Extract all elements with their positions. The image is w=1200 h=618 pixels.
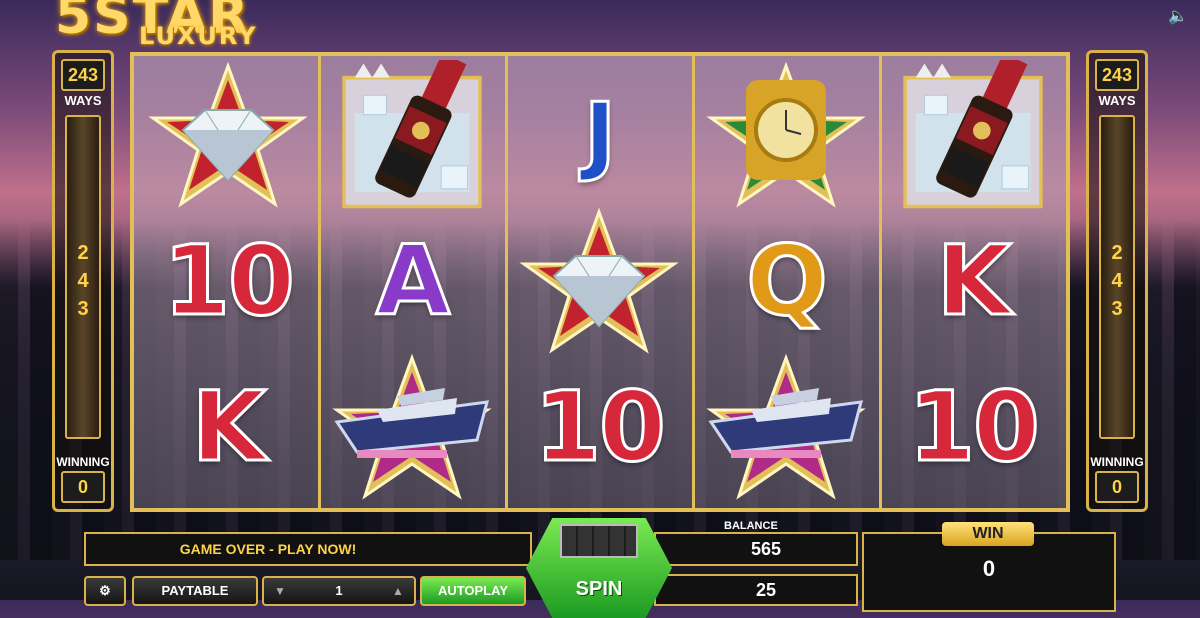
symbol-q: Q bbox=[745, 224, 830, 339]
reel-divider bbox=[879, 56, 882, 508]
reel-cell bbox=[324, 353, 500, 500]
win-label: WIN bbox=[942, 522, 1034, 546]
settings-button[interactable]: ⚙ bbox=[84, 576, 126, 606]
ways-digit: 4 bbox=[77, 270, 89, 292]
winning-value: 0 bbox=[61, 471, 105, 503]
ways-digits: 2 4 3 bbox=[1089, 239, 1145, 323]
bet-value: 25 bbox=[654, 574, 858, 606]
ways-count: 243 bbox=[61, 59, 105, 91]
ways-digit: 4 bbox=[1111, 270, 1123, 292]
reel-divider bbox=[318, 56, 321, 508]
reel-cell: K bbox=[885, 208, 1061, 354]
ways-label: WAYS bbox=[64, 93, 102, 108]
reel-cell: Q bbox=[698, 208, 874, 354]
winning-value: 0 bbox=[1095, 471, 1139, 503]
ways-panel-left: 243 WAYS 2 4 3 WINNING 0 bbox=[52, 50, 114, 512]
paytable-button[interactable]: PAYTABLE bbox=[132, 576, 258, 606]
ways-digits: 2 4 3 bbox=[55, 239, 111, 323]
reel-area: J 10 A Q K K 10 10 bbox=[130, 52, 1070, 512]
symbol-10: 10 bbox=[162, 224, 297, 339]
coin-value-selector[interactable]: ▼ 1 ▲ bbox=[262, 576, 416, 606]
spin-indicator-grid bbox=[560, 524, 638, 558]
ways-label: WAYS bbox=[1098, 93, 1136, 108]
autoplay-button[interactable]: AUTOPLAY bbox=[420, 576, 526, 606]
ways-digit: 3 bbox=[77, 298, 89, 320]
reel-cell: J bbox=[511, 62, 687, 208]
gear-icon: ⚙ bbox=[99, 583, 111, 598]
winning-label: WINNING bbox=[1090, 455, 1144, 469]
champagne-symbol bbox=[903, 60, 1043, 209]
ways-count: 243 bbox=[1095, 59, 1139, 91]
balance-label: BALANCE bbox=[724, 520, 778, 532]
control-bar: GAME OVER - PLAY NOW! BALANCE 565 25 WIN… bbox=[0, 518, 1200, 618]
win-value: 0 bbox=[982, 556, 996, 581]
reel-cell: 10 bbox=[885, 354, 1061, 500]
symbol-k: K bbox=[190, 370, 267, 485]
symbol-10: 10 bbox=[533, 370, 668, 485]
ways-digit: 3 bbox=[1111, 298, 1123, 320]
reel-cell: K bbox=[140, 354, 316, 500]
yacht-star-symbol bbox=[332, 353, 492, 500]
champagne-symbol bbox=[342, 60, 482, 209]
reel-divider bbox=[692, 56, 695, 508]
symbol-10: 10 bbox=[907, 370, 1042, 485]
ways-digit: 2 bbox=[77, 242, 89, 264]
reel-cell bbox=[324, 50, 500, 220]
symbol-a: A bbox=[374, 224, 451, 339]
ways-digit: 2 bbox=[1111, 242, 1123, 264]
increase-arrow-icon[interactable]: ▲ bbox=[384, 578, 412, 604]
game-logo: 5STAR LUXURY bbox=[55, 0, 405, 56]
reel-cell bbox=[511, 207, 687, 354]
diamond-star-symbol bbox=[148, 61, 308, 208]
spin-button[interactable]: SPIN bbox=[526, 518, 672, 618]
speaker-icon[interactable]: 🔈 bbox=[1166, 6, 1190, 26]
yacht-star-symbol bbox=[706, 353, 866, 500]
reel-cell bbox=[140, 61, 316, 208]
message-bar: GAME OVER - PLAY NOW! bbox=[84, 532, 532, 566]
winning-label: WINNING bbox=[56, 455, 110, 469]
reel-cell: 10 bbox=[511, 354, 687, 500]
symbol-j: J bbox=[583, 84, 618, 187]
watch-star-symbol bbox=[706, 61, 866, 208]
reel-cell: 10 bbox=[140, 208, 316, 354]
spin-label: SPIN bbox=[575, 578, 623, 600]
ways-panel-right: 243 WAYS 2 4 3 WINNING 0 bbox=[1086, 50, 1148, 512]
reel-cell bbox=[885, 50, 1061, 220]
diamond-star-symbol bbox=[519, 207, 679, 354]
decrease-arrow-icon[interactable]: ▼ bbox=[266, 578, 294, 604]
balance-value: 565 bbox=[654, 532, 858, 566]
reel-cell bbox=[698, 353, 874, 500]
reel-divider bbox=[505, 56, 508, 508]
symbol-k: K bbox=[935, 224, 1012, 339]
logo-line2: LUXURY bbox=[139, 22, 258, 50]
reel-cell: A bbox=[324, 208, 500, 354]
coin-value: 1 bbox=[335, 583, 343, 598]
reel-cell bbox=[698, 61, 874, 208]
